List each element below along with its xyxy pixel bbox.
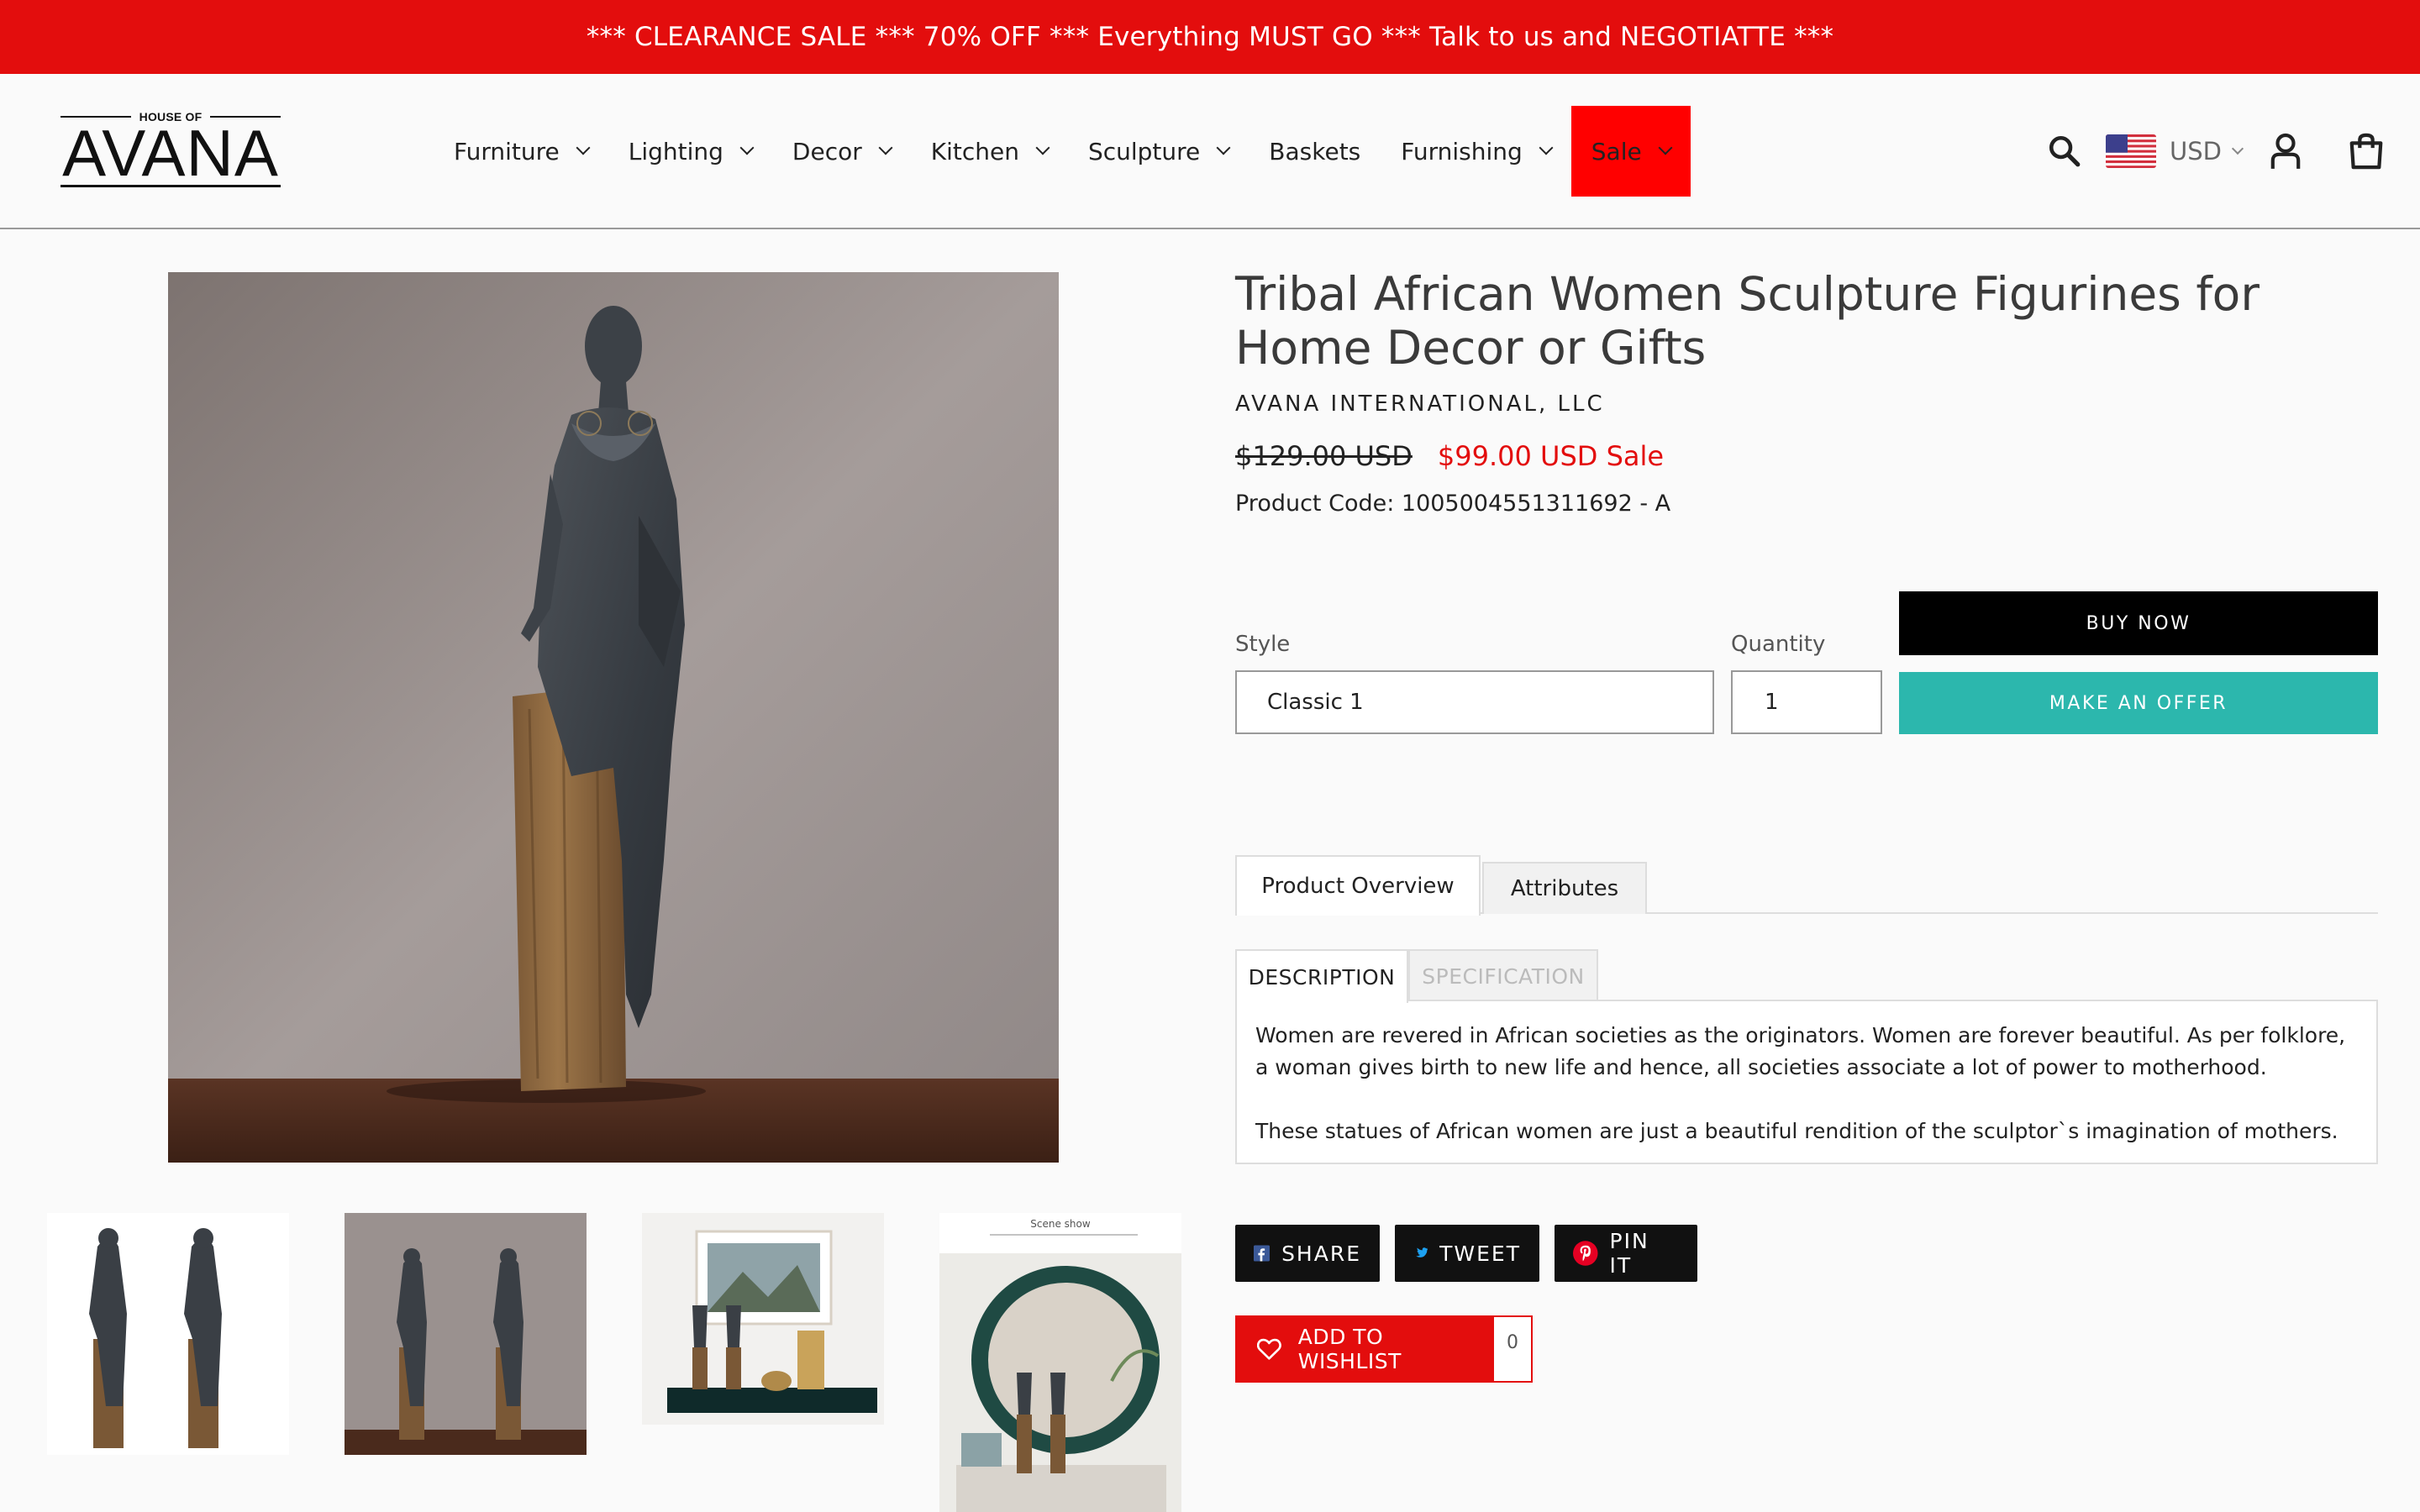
announcement-bar: *** CLEARANCE SALE *** 70% OFF *** Every… [0,0,2420,74]
search-icon[interactable] [2045,132,2084,171]
pinterest-icon [1573,1241,1598,1266]
subtab-specification[interactable]: SPECIFICATION [1408,949,1598,1001]
style-label: Style [1235,632,1291,657]
share-label: SHARE [1281,1241,1361,1266]
description-panel: Women are revered in African societies a… [1235,1000,2378,1164]
header-actions: USD [2045,106,2386,197]
nav-item-lighting[interactable]: Lighting [608,106,772,197]
sale-price: $99.00 USD Sale [1437,440,1665,472]
announcement-text: *** CLEARANCE SALE *** 70% OFF *** Every… [586,22,1834,52]
share-twitter-button[interactable]: TWEET [1395,1225,1539,1282]
share-facebook-button[interactable]: SHARE [1235,1225,1380,1282]
regular-price: $129.00 USD [1235,440,1413,472]
nav-label: Furnishing [1401,137,1523,165]
thumbnail-caption: Scene show [1030,1218,1091,1230]
quantity-label: Quantity [1731,632,1826,657]
wishlist-count: 0 [1494,1317,1531,1381]
product-thumbnail-1[interactable] [47,1213,289,1455]
store-logo[interactable]: HOUSE OF AVANA [60,108,281,192]
tab-product-overview[interactable]: Product Overview [1235,855,1481,916]
nav-item-sculpture[interactable]: Sculpture [1068,106,1249,197]
product-thumbnail-2[interactable] [345,1213,587,1455]
cart-icon[interactable] [2346,131,2386,171]
wishlist-label: ADD TO WISHLIST [1297,1325,1402,1373]
style-select[interactable]: Classic 1 [1235,670,1714,734]
tab-attributes[interactable]: Attributes [1482,862,1647,914]
wishlist-widget: ADD TO WISHLIST 0 [1235,1315,1533,1383]
share-pinterest-button[interactable]: PIN IT [1555,1225,1697,1282]
chevron-down-icon [576,140,591,155]
quantity-input[interactable]: 1 [1731,670,1882,734]
nav-label: Kitchen [930,137,1019,165]
product-thumbnail-3[interactable] [642,1213,884,1425]
chevron-down-icon [2231,142,2244,155]
logo-underline [60,185,281,187]
nav-label: Lighting [628,137,723,165]
account-icon[interactable] [2267,131,2304,171]
us-flag-icon[interactable] [2106,134,2157,168]
buy-now-button[interactable]: BUY NOW [1899,591,2378,655]
nav-label: Furniture [454,137,560,165]
subtab-description[interactable]: DESCRIPTION [1235,949,1408,1003]
nav-item-decor[interactable]: Decor [772,106,911,197]
product-vendor: AVANA INTERNATIONAL, LLC [1235,391,1605,417]
add-to-wishlist-button[interactable]: ADD TO WISHLIST [1237,1317,1494,1381]
nav-item-furnishing[interactable]: Furnishing [1381,106,1571,197]
chevron-down-icon [1216,140,1231,155]
twitter-icon [1416,1247,1428,1257]
main-nav: Furniture Lighting Decor Kitchen Sculptu… [434,106,1691,197]
nav-label: Sale [1591,137,1642,165]
price-block: $129.00 USD $99.00 USD Sale [1235,440,1664,472]
nav-label: Sculpture [1087,137,1201,165]
facebook-icon [1254,1245,1270,1262]
chevron-down-icon [878,140,893,155]
nav-label: Baskets [1269,137,1361,165]
currency-label: USD [2170,137,2222,165]
product-main-image[interactable] [168,272,1059,1163]
chevron-down-icon [1658,140,1673,155]
share-label: PIN IT [1609,1229,1649,1278]
chevron-down-icon [1539,140,1554,155]
product-code: Product Code: 1005004551311692 - A [1235,491,1671,517]
description-paragraph: These statues of African women are just … [1255,1119,2338,1143]
product-thumbnail-4[interactable]: Scene show [939,1213,1181,1512]
nav-item-furniture[interactable]: Furniture [434,106,608,197]
logo-name: AVANA [62,116,279,190]
chevron-down-icon [739,140,755,155]
style-value: Classic 1 [1267,690,1364,715]
quantity-value: 1 [1765,690,1779,715]
chevron-down-icon [1035,140,1050,155]
description-paragraph: Women are revered in African societies a… [1255,1023,2346,1079]
nav-label: Decor [792,137,862,165]
currency-selector[interactable]: USD [2170,137,2244,165]
share-label: TWEET [1439,1241,1521,1266]
nav-item-sale[interactable]: Sale [1570,106,1691,197]
product-title: Tribal African Women Sculpture Figurines… [1235,267,2260,375]
heart-icon [1257,1338,1281,1360]
nav-item-baskets[interactable]: Baskets [1249,106,1381,197]
site-header: HOUSE OF AVANA Furniture Lighting Decor … [0,74,2420,229]
make-offer-button[interactable]: MAKE AN OFFER [1899,672,2378,734]
nav-item-kitchen[interactable]: Kitchen [911,106,1068,197]
